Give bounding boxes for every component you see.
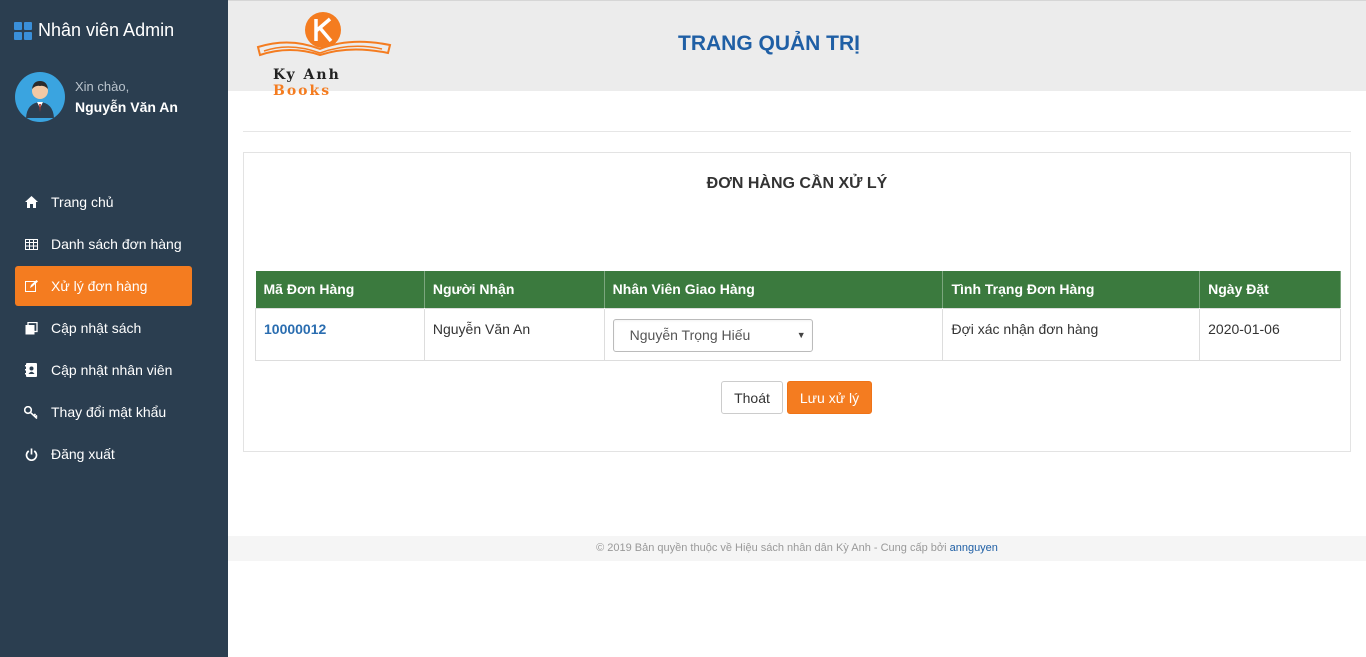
table-row: 10000012 Nguyễn Văn An Nguyễn Trọng Hiếu…	[255, 307, 1341, 361]
table-icon	[24, 237, 38, 251]
copyright-text: © 2019 Bản quyền thuộc về Hiệu sách nhân…	[596, 542, 947, 554]
power-icon	[24, 447, 38, 461]
sidebar-item-logout[interactable]: Đăng xuất	[15, 434, 192, 474]
caret-down-icon: ▼	[796, 330, 806, 340]
shipper-select-value: Nguyễn Trọng Hiếu	[629, 327, 751, 343]
column-header-order-id: Mã Đơn Hàng	[255, 271, 425, 308]
page-title: TRANG QUẢN TRỊ	[678, 32, 860, 55]
sidebar: Nhân viên Admin Xin chào, Nguyễn Văn An …	[0, 0, 228, 657]
sidebar-item-order-list[interactable]: Danh sách đơn hàng	[15, 224, 192, 264]
sidebar-nav: Trang chủ Danh sách đơn hàng Xử lý đơn h…	[15, 182, 192, 476]
author-link[interactable]: annguyen	[950, 542, 998, 554]
avatar	[15, 72, 65, 122]
table-header-row: Mã Đơn Hàng Người Nhận Nhân Viên Giao Hà…	[255, 271, 1341, 308]
column-header-shipper: Nhân Viên Giao Hàng	[604, 271, 944, 308]
contact-book-icon	[24, 363, 38, 377]
top-header: Ky Anh Books TRANG QUẢN TRỊ	[228, 0, 1366, 99]
sidebar-item-update-books[interactable]: Cập nhật sách	[15, 308, 192, 348]
sidebar-item-label: Thay đổi mật khẩu	[51, 404, 167, 420]
sidebar-item-label: Danh sách đơn hàng	[51, 236, 182, 252]
sidebar-item-process-order[interactable]: Xử lý đơn hàng	[15, 266, 192, 306]
copy-icon	[24, 321, 38, 335]
recipient-cell: Nguyễn Văn An	[423, 307, 605, 361]
sidebar-item-label: Xử lý đơn hàng	[51, 278, 148, 294]
user-profile: Xin chào, Nguyễn Văn An	[15, 72, 178, 122]
column-header-status: Tình Trạng Đơn Hàng	[942, 271, 1201, 308]
divider	[243, 131, 1351, 132]
sidebar-item-label: Cập nhật sách	[51, 320, 142, 336]
key-icon	[24, 405, 38, 419]
column-header-date: Ngày Đặt	[1199, 271, 1341, 308]
footer: © 2019 Bản quyền thuộc về Hiệu sách nhân…	[228, 536, 1366, 561]
sidebar-item-label: Đăng xuất	[51, 446, 115, 462]
orders-table: Mã Đơn Hàng Người Nhận Nhân Viên Giao Hà…	[255, 271, 1341, 361]
sidebar-item-change-password[interactable]: Thay đổi mật khẩu	[15, 392, 192, 432]
save-processing-button[interactable]: Lưu xử lý	[787, 381, 872, 414]
edit-icon	[24, 279, 38, 293]
logo[interactable]: Ky Anh Books	[250, 9, 400, 99]
sidebar-item-label: Cập nhật nhân viên	[51, 362, 173, 378]
user-name: Nguyễn Văn An	[75, 99, 178, 115]
orders-panel: ĐƠN HÀNG CẦN XỬ LÝ Mã Đơn Hàng Người Nhậ…	[243, 152, 1351, 452]
exit-button[interactable]: Thoát	[721, 381, 783, 414]
logo-text-name: Ky Anh	[273, 67, 341, 83]
dashboard-icon	[14, 21, 32, 40]
greeting-text: Xin chào,	[75, 79, 130, 94]
brand-label: Nhân viên Admin	[38, 20, 175, 40]
sidebar-brand[interactable]: Nhân viên Admin	[14, 20, 174, 41]
sidebar-item-home[interactable]: Trang chủ	[15, 182, 192, 222]
sidebar-item-label: Trang chủ	[51, 194, 114, 210]
action-buttons: Thoát Lưu xử lý	[721, 381, 872, 414]
home-icon	[24, 195, 38, 209]
logo-text-books: Books	[273, 83, 332, 99]
shipper-select[interactable]: Nguyễn Trọng Hiếu ▼	[612, 318, 813, 352]
panel-title: ĐƠN HÀNG CẦN XỬ LÝ	[706, 175, 888, 192]
column-header-recipient: Người Nhận	[424, 271, 605, 308]
sidebar-item-update-staff[interactable]: Cập nhật nhân viên	[15, 350, 192, 390]
order-id-link[interactable]: 10000012	[264, 321, 326, 337]
open-book-logo-icon	[256, 12, 392, 57]
date-cell: 2020-01-06	[1199, 307, 1341, 361]
status-cell: Đợi xác nhận đơn hàng	[942, 307, 1201, 361]
